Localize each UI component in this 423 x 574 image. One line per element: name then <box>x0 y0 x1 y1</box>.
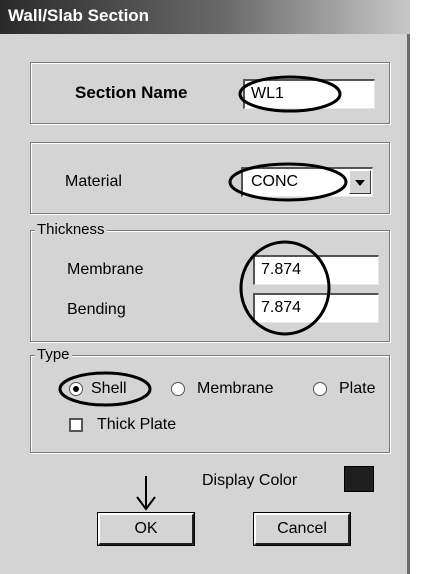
annotation-overlay <box>58 75 348 511</box>
shell-highlight-ellipse <box>58 371 152 407</box>
wall-slab-section-dialog: Wall/Slab Section Section Name WL1 Mater… <box>0 0 410 574</box>
material-highlight-ellipse <box>228 162 348 202</box>
arrow-down-icon <box>136 476 156 511</box>
thickness-highlight-ellipse <box>239 240 331 336</box>
section-name-highlight-ellipse <box>238 75 342 113</box>
